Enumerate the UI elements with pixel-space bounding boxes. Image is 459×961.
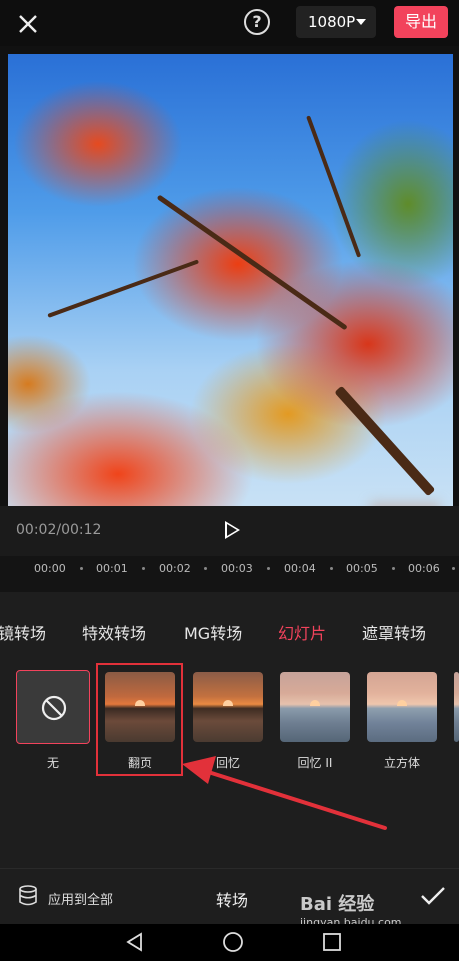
ruler-dot [452,567,455,570]
ruler-tick: 00:03 [221,562,253,575]
tab-effect-transition[interactable]: 特效转场 [82,620,146,644]
timeline-ruler[interactable]: 00:00 00:01 00:02 00:03 00:04 00:05 00:0… [0,556,459,592]
ruler-dot [142,567,145,570]
tree-branch [156,194,348,331]
transition-label: 无 [46,756,59,770]
ruler-tick: 00:05 [346,562,378,575]
ruler-dot [204,567,207,570]
back-icon[interactable] [125,932,145,952]
ruler-dot [330,567,333,570]
tab-slideshow[interactable]: 幻灯片 [278,620,326,644]
ban-icon [41,695,67,721]
apply-all-label: 应用到全部 [48,893,114,908]
tab-mask-transition[interactable]: 遮罩转场 [362,620,426,644]
help-icon[interactable]: ? [244,9,270,35]
play-icon[interactable] [225,521,240,539]
resolution-value: 1080P [308,13,356,31]
annotation-highlight-box [96,663,183,776]
video-preview[interactable] [8,54,453,506]
checkmark-icon[interactable] [420,885,446,907]
system-nav-bar [0,924,459,961]
ruler-dot [267,567,270,570]
player-bar: 00:02/00:12 [0,506,459,556]
resolution-dropdown[interactable]: 1080P [296,6,376,38]
chevron-down-icon [356,19,366,25]
category-tabs: 镜转场 特效转场 MG转场 幻灯片 遮罩转场 [0,620,459,646]
transition-memory[interactable] [193,672,263,742]
sun-graphic [223,700,233,706]
tree-branch [47,259,200,318]
recents-icon[interactable] [322,932,342,952]
ruler-tick: 00:00 [34,562,66,575]
transition-next-partial[interactable] [454,672,459,742]
transition-none[interactable] [16,670,90,744]
panel-title: 转场 [216,891,249,910]
ruler-tick: 00:04 [284,562,316,575]
ruler-dot [392,567,395,570]
layers-icon [19,885,37,906]
sun-graphic [397,700,407,706]
timecode: 00:02/00:12 [16,522,102,538]
tree-branch [306,115,362,258]
ruler-dot [80,567,83,570]
transition-cube[interactable] [367,672,437,742]
tree-branch [334,385,436,497]
tab-mg-transition[interactable]: MG转场 [184,620,242,644]
sun-graphic [310,700,320,706]
close-icon[interactable] [14,10,42,38]
export-button[interactable]: 导出 [394,6,448,38]
watermark-brand: Bai 经验 [300,894,375,915]
tab-lens-transition[interactable]: 镜转场 [0,620,46,644]
ruler-tick: 00:01 [96,562,128,575]
top-bar: ? 1080P 导出 [0,0,459,46]
ruler-tick: 00:06 [408,562,440,575]
home-icon[interactable] [222,931,244,953]
ruler-tick: 00:02 [159,562,191,575]
annotation-arrow-icon [182,756,387,830]
transition-memory-ii[interactable] [280,672,350,742]
